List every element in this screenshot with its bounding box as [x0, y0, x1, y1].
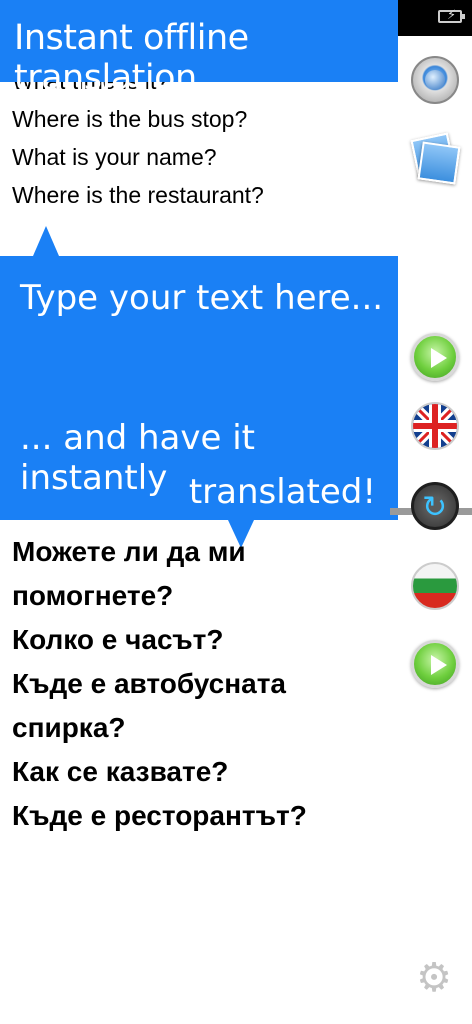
- battery-icon: ⚡: [438, 8, 465, 23]
- photo-icon[interactable]: [410, 132, 461, 185]
- translation-line: Къде е ресторантът?: [12, 800, 307, 831]
- source-line: Where is the restaurant?: [12, 182, 264, 208]
- promo-callout: Type your text here... ... and have it i…: [0, 226, 398, 548]
- uk-flag-icon[interactable]: [411, 402, 459, 450]
- status-bar: ⚡: [396, 0, 472, 36]
- source-line: What is your name?: [12, 144, 217, 170]
- callout-line: translated!: [188, 472, 376, 512]
- translation-line: спирка?: [12, 712, 126, 743]
- record-icon[interactable]: [411, 56, 459, 104]
- play-translation-icon[interactable]: [411, 640, 459, 688]
- callout-line: Type your text here...: [20, 278, 384, 318]
- translation-line: Къде е автобусната: [12, 668, 286, 699]
- play-source-icon[interactable]: [411, 333, 459, 381]
- promo-title-banner: Instant offline translation: [0, 0, 398, 98]
- source-line: Where is the bus stop?: [12, 106, 248, 132]
- translation-line: помогнете?: [12, 580, 174, 611]
- translation-line: Можете ли да ми: [12, 536, 246, 567]
- gear-icon[interactable]: ⚙: [414, 958, 454, 998]
- translation-line: Как се казвате?: [12, 756, 229, 787]
- swap-languages-icon[interactable]: ↻: [411, 482, 459, 530]
- callout-pointer-up: [33, 226, 59, 256]
- bulgaria-flag-icon[interactable]: [411, 562, 459, 610]
- translation-text-area: Можете ли да ми помогнете? Колко е часът…: [12, 530, 392, 838]
- translation-line: Колко е часът?: [12, 624, 224, 655]
